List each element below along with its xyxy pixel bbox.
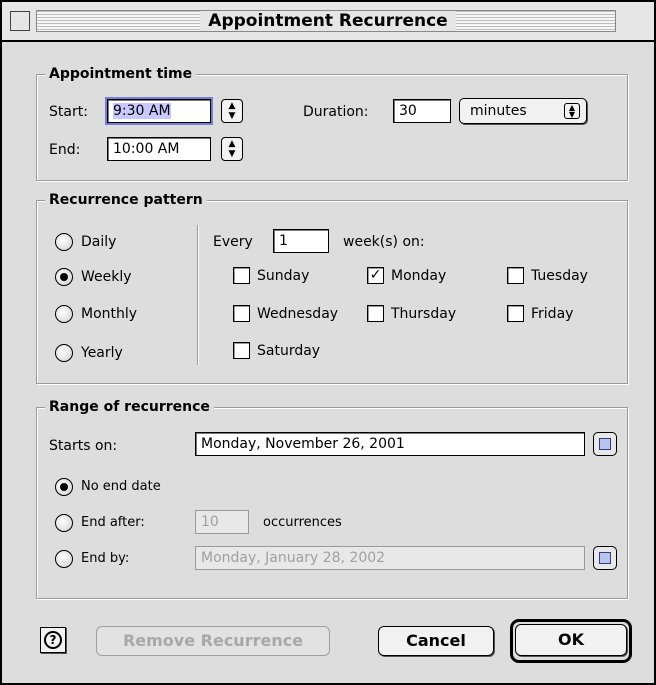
end-time-field[interactable]: 10:00 AM: [107, 137, 211, 161]
end-after-field[interactable]: 10: [195, 510, 249, 534]
sunday-label: Sunday: [257, 268, 310, 284]
sunday-checkbox[interactable]: [233, 267, 250, 284]
end-by-field[interactable]: Monday, January 28, 2002: [195, 546, 585, 570]
cancel-button[interactable]: Cancel: [378, 626, 494, 656]
daily-label: Daily: [81, 234, 117, 250]
duration-unit-popup[interactable]: minutes ▲ ▼: [459, 98, 587, 124]
saturday-checkbox[interactable]: [233, 342, 250, 359]
daily-radio[interactable]: [55, 233, 73, 251]
weeks-on-label: week(s) on:: [343, 234, 425, 250]
tuesday-label: Tuesday: [531, 268, 588, 284]
appointment-time-group: Appointment time Start: 9:30 AM ▲ ▼ Durat…: [36, 65, 628, 181]
end-label: End:: [49, 142, 81, 158]
tuesday-checkbox[interactable]: [507, 267, 524, 284]
end-by-radio[interactable]: [55, 550, 73, 568]
monday-label: Monday: [391, 268, 447, 284]
duration-label: Duration:: [303, 104, 369, 120]
popup-arrows-icon: ▲ ▼: [564, 103, 580, 119]
start-time-stepper[interactable]: ▲ ▼: [221, 99, 243, 123]
occurrences-label: occurrences: [263, 515, 342, 530]
appointment-time-title: Appointment time: [45, 65, 197, 83]
title-bar[interactable]: Appointment Recurrence: [2, 2, 654, 42]
weekly-radio[interactable]: [55, 268, 73, 286]
friday-label: Friday: [531, 306, 574, 322]
calendar-icon: [599, 552, 611, 564]
question-icon: ?: [44, 631, 62, 649]
duration-unit-value: minutes: [470, 103, 527, 119]
ok-button-ring: OK: [510, 619, 632, 663]
window-title-text: Appointment Recurrence: [200, 11, 456, 31]
end-time-stepper[interactable]: ▲ ▼: [221, 137, 243, 161]
weekly-label: Weekly: [81, 269, 132, 285]
end-by-value: Monday, January 28, 2002: [201, 550, 386, 566]
thursday-checkbox[interactable]: [367, 305, 384, 322]
duration-value: 30: [399, 103, 417, 119]
monthly-radio[interactable]: [55, 305, 73, 323]
yearly-label: Yearly: [81, 345, 123, 361]
friday-checkbox[interactable]: [507, 305, 524, 322]
end-time-value: 10:00 AM: [113, 141, 180, 157]
saturday-label: Saturday: [257, 343, 321, 359]
range-of-recurrence-title: Range of recurrence: [45, 398, 214, 416]
end-after-label: End after:: [81, 515, 145, 530]
remove-recurrence-button[interactable]: Remove Recurrence: [96, 626, 330, 656]
end-by-label: End by:: [81, 551, 130, 566]
pattern-divider: [197, 225, 198, 365]
thursday-label: Thursday: [391, 306, 457, 322]
no-end-date-radio[interactable]: [55, 478, 73, 496]
starts-on-label: Starts on:: [49, 438, 118, 454]
window-title: Appointment Recurrence: [2, 9, 654, 33]
starts-on-field[interactable]: Monday, November 26, 2001: [195, 432, 585, 456]
ok-button[interactable]: OK: [515, 624, 627, 656]
calendar-icon: [599, 438, 611, 450]
end-after-radio[interactable]: [55, 514, 73, 532]
start-time-field[interactable]: 9:30 AM: [105, 97, 213, 125]
start-time-value: 9:30 AM: [113, 103, 171, 119]
end-after-value: 10: [201, 514, 219, 530]
help-button[interactable]: ?: [40, 627, 66, 653]
recurrence-pattern-group: Recurrence pattern Daily Weekly Monthly …: [36, 191, 628, 384]
monday-checkbox[interactable]: ✓: [367, 267, 384, 284]
starts-on-calendar-button[interactable]: [593, 432, 617, 456]
duration-field[interactable]: 30: [393, 99, 451, 123]
start-label: Start:: [49, 104, 88, 120]
monthly-label: Monthly: [81, 306, 138, 322]
every-weeks-value: 1: [279, 233, 288, 249]
starts-on-value: Monday, November 26, 2001: [201, 436, 405, 452]
wednesday-checkbox[interactable]: [233, 305, 250, 322]
no-end-date-label: No end date: [81, 479, 161, 494]
end-by-calendar-button[interactable]: [593, 546, 617, 570]
wednesday-label: Wednesday: [257, 306, 339, 322]
recurrence-pattern-title: Recurrence pattern: [45, 191, 207, 209]
range-of-recurrence-group: Range of recurrence Starts on: Monday, N…: [36, 398, 628, 599]
every-weeks-field[interactable]: 1: [273, 229, 329, 253]
yearly-radio[interactable]: [55, 344, 73, 362]
every-label: Every: [213, 234, 253, 250]
dialog-window: Appointment Recurrence Appointment time …: [0, 0, 656, 685]
